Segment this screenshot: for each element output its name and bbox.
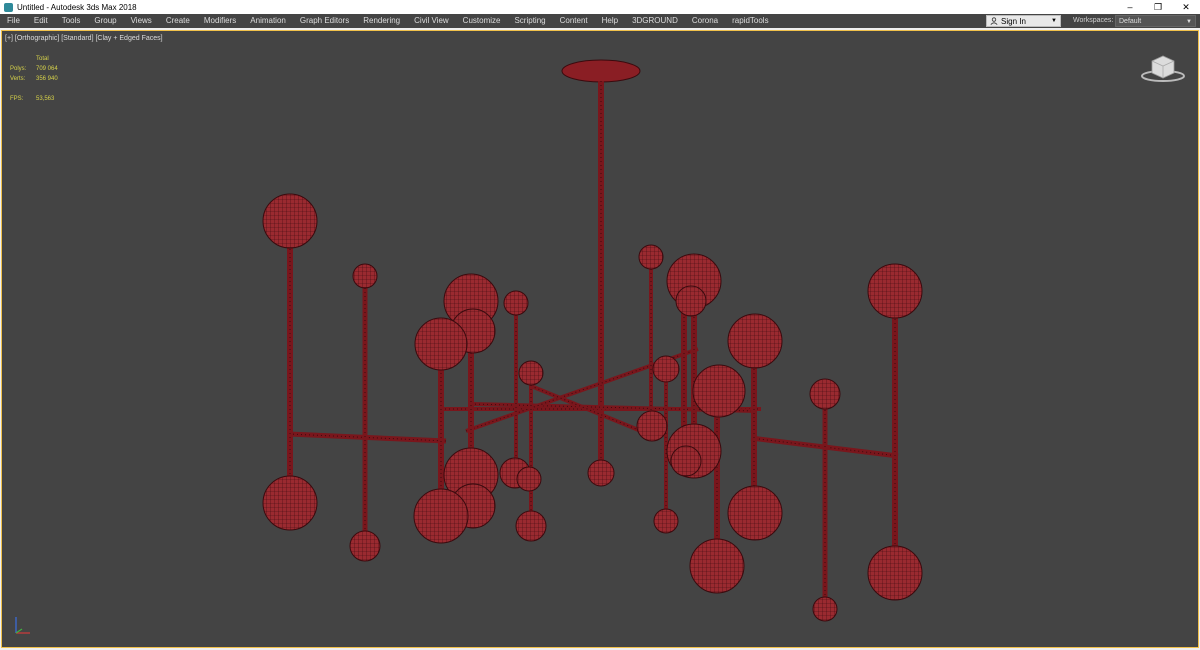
sphere xyxy=(675,285,707,317)
sphere xyxy=(809,378,841,410)
sign-in-label: Sign In xyxy=(1001,16,1026,26)
sphere xyxy=(727,313,783,369)
sphere xyxy=(352,263,378,289)
sphere xyxy=(262,475,318,531)
menu-item-modifiers[interactable]: Modifiers xyxy=(197,14,243,28)
menu-item-3dground[interactable]: 3DGROUND xyxy=(625,14,685,28)
sphere xyxy=(516,466,542,492)
sphere xyxy=(812,596,838,622)
perspective-viewport[interactable]: [+] [Orthographic] [Standard] [Clay + Ed… xyxy=(1,30,1199,648)
menu-item-civil-view[interactable]: Civil View xyxy=(407,14,456,28)
sphere xyxy=(638,244,664,270)
window-controls: – ❐ ✕ xyxy=(1116,0,1200,14)
chandelier-model[interactable] xyxy=(2,31,1199,648)
sphere xyxy=(692,364,746,418)
axis-tripod-icon xyxy=(15,617,30,634)
menu-item-animation[interactable]: Animation xyxy=(243,14,293,28)
menu-item-views[interactable]: Views xyxy=(124,14,159,28)
menu-item-scripting[interactable]: Scripting xyxy=(507,14,552,28)
window-title: Untitled - Autodesk 3ds Max 2018 xyxy=(17,2,137,12)
sphere xyxy=(414,317,468,371)
ceiling-canopy xyxy=(561,59,641,83)
chevron-down-icon: ▼ xyxy=(1186,19,1192,25)
close-button[interactable]: ✕ xyxy=(1172,0,1200,14)
menu-item-edit[interactable]: Edit xyxy=(27,14,55,28)
menu-item-create[interactable]: Create xyxy=(159,14,197,28)
sign-in-dropdown[interactable]: Sign In ▼ xyxy=(986,15,1061,27)
chevron-down-icon: ▼ xyxy=(1051,18,1057,24)
menu-item-rendering[interactable]: Rendering xyxy=(356,14,407,28)
workspaces-select[interactable]: Default ▼ xyxy=(1115,15,1196,27)
sphere xyxy=(587,459,615,487)
sphere xyxy=(689,538,745,594)
sphere xyxy=(262,193,318,249)
sphere xyxy=(413,488,469,544)
sphere xyxy=(670,445,702,477)
menu-item-graph-editors[interactable]: Graph Editors xyxy=(293,14,356,28)
menu-item-content[interactable]: Content xyxy=(553,14,595,28)
menu-item-help[interactable]: Help xyxy=(595,14,625,28)
viewcube-icon[interactable] xyxy=(1140,53,1186,83)
sphere xyxy=(653,508,679,534)
workspaces-value: Default xyxy=(1119,18,1142,25)
workspaces-label: Workspaces: xyxy=(1073,17,1114,24)
sphere xyxy=(652,355,680,383)
sphere xyxy=(636,410,668,442)
sphere xyxy=(867,263,923,319)
user-icon xyxy=(990,17,998,25)
menu-item-rapidtools[interactable]: rapidTools xyxy=(725,14,775,28)
menu-item-corona[interactable]: Corona xyxy=(685,14,725,28)
app-icon xyxy=(4,2,13,12)
title-bar: Untitled - Autodesk 3ds Max 2018 – ❐ ✕ xyxy=(0,0,1200,14)
menu-item-file[interactable]: File xyxy=(0,14,27,28)
sphere xyxy=(727,485,783,541)
sphere xyxy=(349,530,381,562)
minimize-button[interactable]: – xyxy=(1116,0,1144,14)
maximize-button[interactable]: ❐ xyxy=(1144,0,1172,14)
sphere xyxy=(503,290,529,316)
sphere xyxy=(867,545,923,601)
sphere xyxy=(518,360,544,386)
sphere xyxy=(515,510,547,542)
menu-item-group[interactable]: Group xyxy=(87,14,123,28)
menu-item-customize[interactable]: Customize xyxy=(456,14,508,28)
menu-item-tools[interactable]: Tools xyxy=(55,14,88,28)
